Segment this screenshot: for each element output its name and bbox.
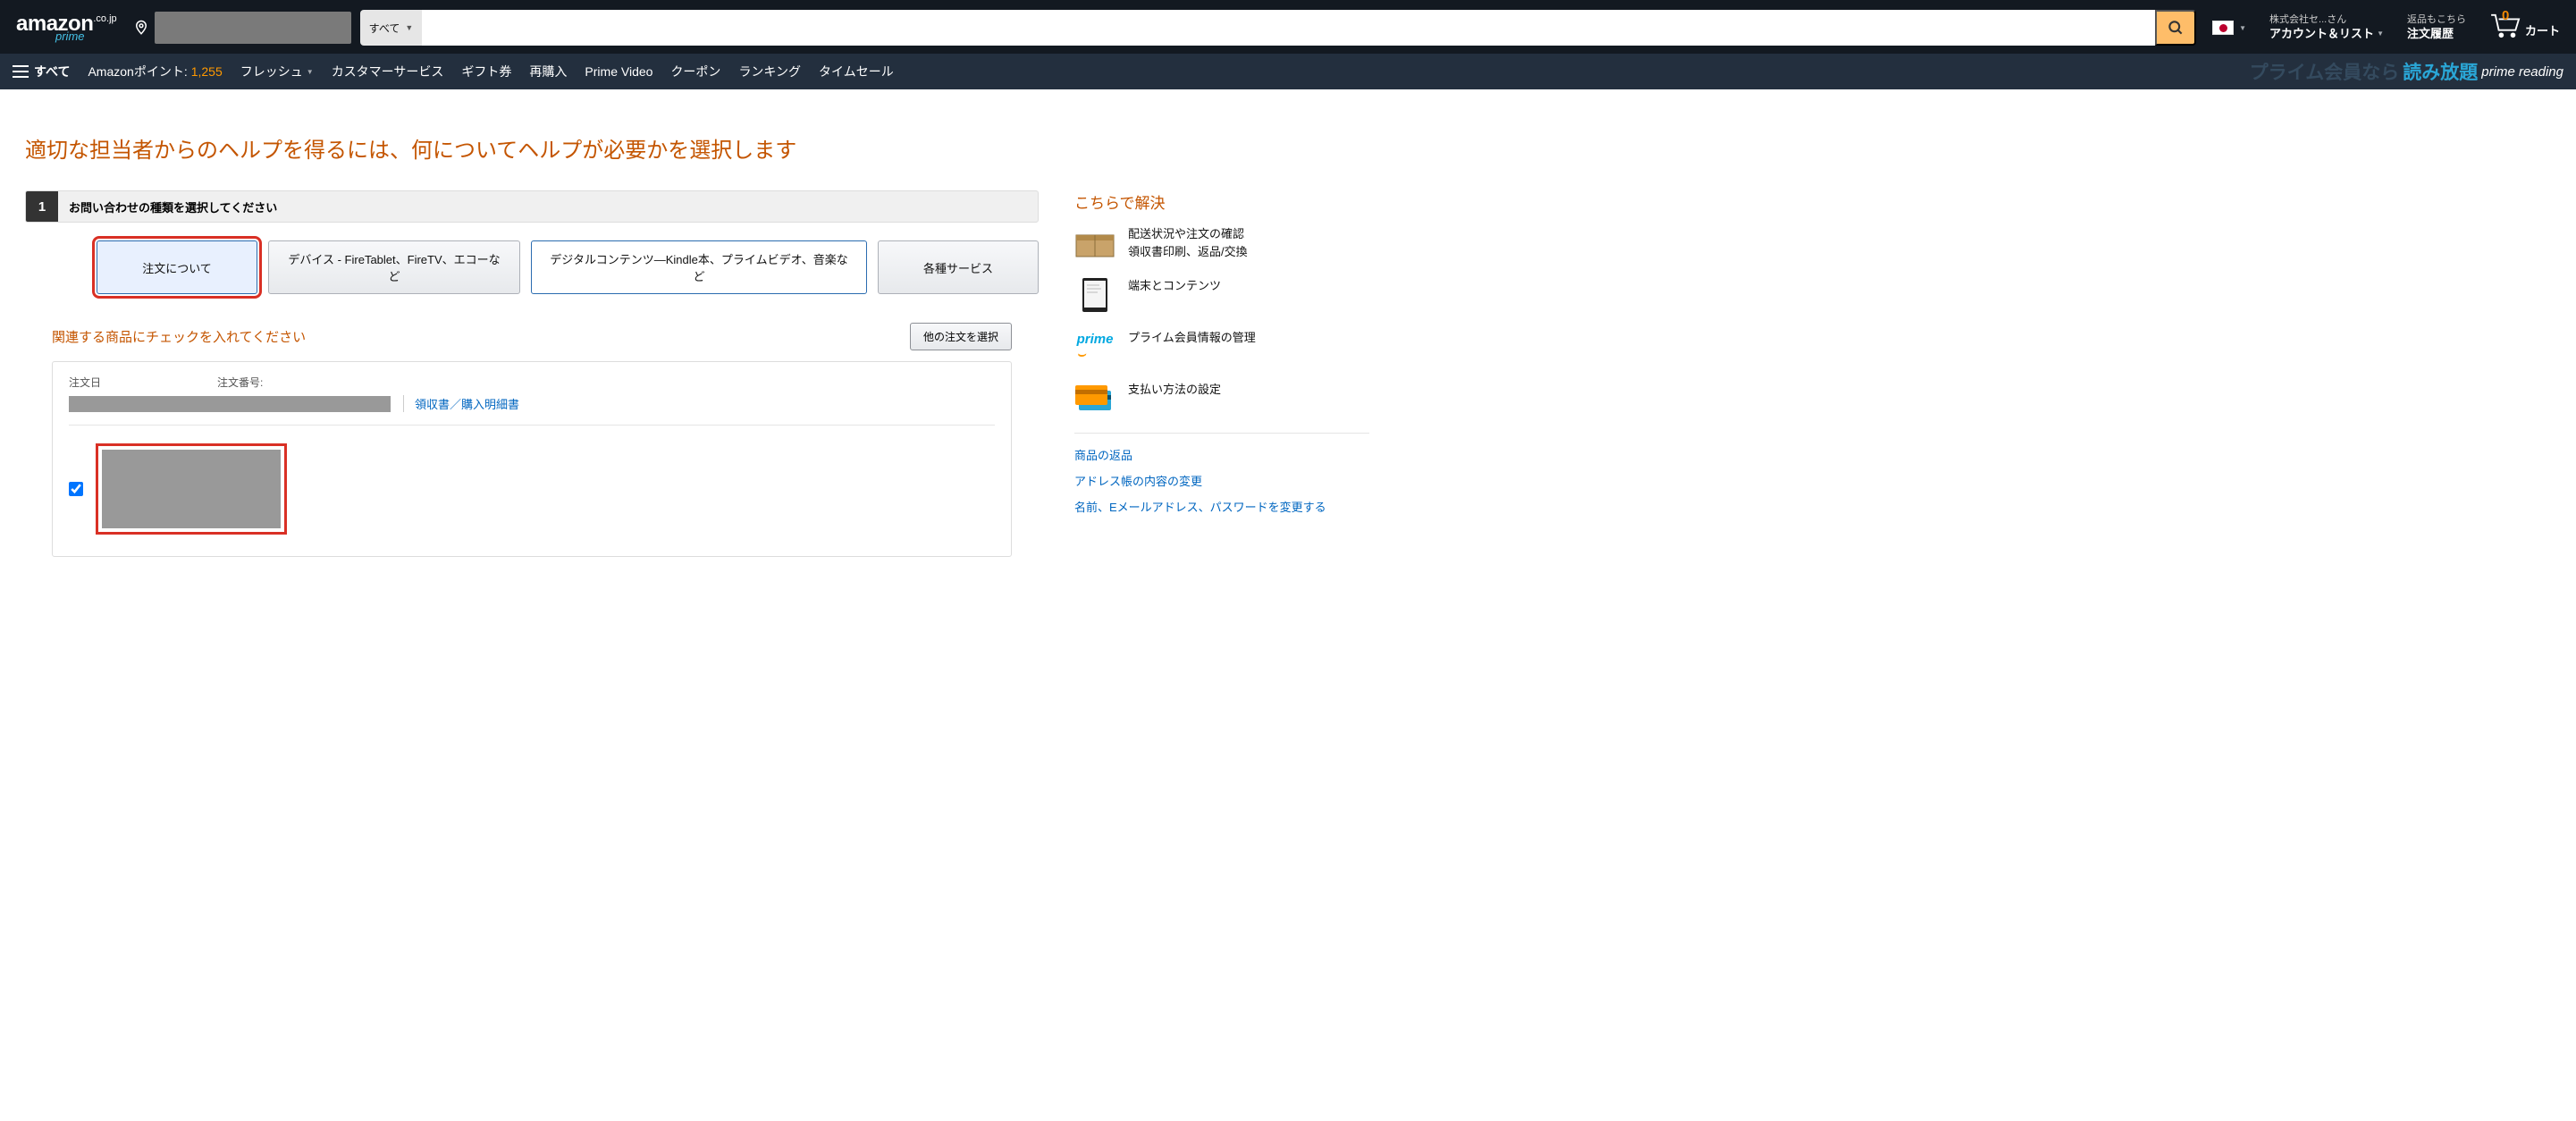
amazon-logo[interactable]: amazon.co.jp prime — [9, 10, 124, 46]
search-input[interactable] — [422, 10, 2155, 46]
help-shipping-l2: 領収書印刷、返品/交換 — [1128, 245, 1248, 258]
link-credentials[interactable]: 名前、Eメールアドレス、パスワードを変更する — [1074, 498, 1369, 515]
search-icon — [2167, 19, 2185, 37]
step-header: 1 お問い合わせの種類を選択してください — [25, 190, 1039, 223]
link-addressbook[interactable]: アドレス帳の内容の変更 — [1074, 472, 1369, 489]
order-item-row — [69, 443, 995, 535]
orders-line2: 注文履歴 — [2407, 27, 2466, 41]
item-checkbox[interactable] — [69, 482, 83, 496]
cart-icon: 0 — [2489, 12, 2523, 44]
points-value: 1,255 — [191, 64, 223, 79]
select-items-heading: 関連する商品にチェックを入れてください — [52, 327, 306, 346]
help-prime[interactable]: prime⌣ プライム会員情報の管理 — [1074, 329, 1369, 365]
prime-banner-text-a: プライム会員なら — [2250, 58, 2400, 85]
item-thumbnail-highlight — [96, 443, 287, 535]
cart-label: カート — [2525, 24, 2560, 44]
subnav-time-sale[interactable]: タイムセール — [819, 63, 894, 80]
language-select[interactable]: ▼ — [2205, 21, 2253, 35]
help-devices-l1: 端末とコンテンツ — [1128, 277, 1221, 295]
prime-reading-banner[interactable]: プライム会員なら読み放題 prime reading — [2250, 58, 2563, 85]
tab-orders[interactable]: 注文について — [97, 240, 257, 294]
order-info-redacted — [69, 396, 391, 412]
all-label: すべて — [34, 63, 70, 80]
order-card: 注文日 注文番号: 領収書／購入明細書 — [52, 361, 1012, 557]
link-returns[interactable]: 商品の返品 — [1074, 446, 1369, 463]
hamburger-icon — [13, 65, 29, 78]
search-category-label: すべて — [369, 21, 400, 36]
order-number-label: 注文番号: — [217, 375, 263, 390]
order-date-label: 注文日 — [69, 375, 101, 390]
search-bar: すべて ▼ — [360, 10, 2196, 46]
page-title: 適切な担当者からのヘルプを得るには、何についてヘルプが必要かを選択します — [25, 132, 1369, 164]
logo-tld: .co.jp — [93, 13, 116, 24]
prime-icon: prime⌣ — [1074, 329, 1115, 365]
global-nav: amazon.co.jp prime すべて ▼ ▼ 株式会社セ...さん アカ… — [0, 0, 2576, 54]
item-thumbnail-redacted[interactable] — [102, 450, 281, 528]
step-number: 1 — [26, 191, 58, 222]
deliver-to-address-redacted — [155, 12, 351, 44]
chevron-down-icon: ▼ — [2377, 30, 2384, 38]
subnav-fresh[interactable]: フレッシュ▼ — [240, 63, 314, 80]
subnav-gift[interactable]: ギフト券 — [461, 63, 511, 80]
issue-category-tabs: 注文について デバイス - FireTablet、FireTV、エコーなど デジ… — [25, 223, 1039, 299]
sidebar-title: こちらで解決 — [1074, 190, 1369, 213]
hamburger-all[interactable]: すべて — [13, 63, 70, 80]
help-prime-l1: プライム会員情報の管理 — [1128, 329, 1256, 347]
points-label: Amazonポイント: — [88, 63, 187, 80]
tab-services[interactable]: 各種サービス — [878, 240, 1039, 294]
sidebar-links: 商品の返品 アドレス帳の内容の変更 名前、Eメールアドレス、パスワードを変更する — [1074, 433, 1369, 515]
location-pin-icon — [133, 20, 149, 36]
page-content: 適切な担当者からのヘルプを得るには、何についてヘルプが必要かを選択します 1 お… — [0, 89, 1394, 628]
subnav-prime-video[interactable]: Prime Video — [585, 64, 652, 79]
search-category-select[interactable]: すべて ▼ — [360, 10, 423, 46]
chevron-down-icon: ▼ — [405, 23, 413, 32]
prime-reading-label: prime reading — [2481, 64, 2563, 80]
main-column: 1 お問い合わせの種類を選択してください 注文について デバイス - FireT… — [25, 190, 1039, 593]
subnav-buy-again[interactable]: 再購入 — [529, 63, 567, 80]
package-icon — [1074, 225, 1115, 261]
subnav-customer-service[interactable]: カスタマーサービス — [332, 63, 444, 80]
help-shipping-l1: 配送状況や注文の確認 — [1128, 227, 1244, 240]
prime-banner-text-b: 読み放題 — [2403, 58, 2478, 85]
points-link[interactable]: Amazonポイント: 1,255 — [88, 63, 222, 80]
subnav-coupons[interactable]: クーポン — [670, 63, 720, 80]
account-greeting: 株式会社セ...さん — [2269, 14, 2384, 27]
step-label: お問い合わせの種類を選択してください — [58, 198, 288, 215]
sidebar: こちらで解決 配送状況や注文の確認 領収書印刷、返品/交換 端末とコンテンツ — [1074, 190, 1369, 524]
jp-flag-icon — [2212, 21, 2234, 35]
sub-nav: すべて Amazonポイント: 1,255 フレッシュ▼ カスタマーサービス ギ… — [0, 54, 2576, 89]
search-button[interactable] — [2155, 10, 2196, 46]
account-menu[interactable]: 株式会社セ...さん アカウント＆リスト▼ — [2262, 14, 2391, 41]
logo-prime: prime — [55, 30, 85, 43]
deliver-to[interactable] — [133, 12, 351, 44]
chevron-down-icon: ▼ — [2239, 24, 2246, 32]
credit-card-icon — [1074, 381, 1115, 417]
account-label: アカウント＆リスト — [2269, 27, 2374, 41]
chevron-down-icon: ▼ — [307, 68, 314, 76]
cart-count: 0 — [2502, 8, 2509, 25]
subnav-ranking[interactable]: ランキング — [738, 63, 801, 80]
help-shipping[interactable]: 配送状況や注文の確認 領収書印刷、返品/交換 — [1074, 225, 1369, 261]
cart-link[interactable]: 0 カート — [2482, 12, 2567, 44]
help-payment-l1: 支払い方法の設定 — [1128, 381, 1221, 399]
orders-line1: 返品もこちら — [2407, 14, 2466, 27]
help-payment[interactable]: 支払い方法の設定 — [1074, 381, 1369, 417]
tab-digital-content[interactable]: デジタルコンテンツ―Kindle本、プライムビデオ、音楽など — [531, 240, 867, 294]
help-devices[interactable]: 端末とコンテンツ — [1074, 277, 1369, 313]
tab-devices[interactable]: デバイス - FireTablet、FireTV、エコーなど — [268, 240, 520, 294]
orders-link[interactable]: 返品もこちら 注文履歴 — [2400, 14, 2473, 41]
choose-other-order-button[interactable]: 他の注文を選択 — [910, 323, 1012, 350]
tablet-icon — [1074, 277, 1115, 313]
receipt-link[interactable]: 領収書／購入明細書 — [403, 395, 519, 412]
